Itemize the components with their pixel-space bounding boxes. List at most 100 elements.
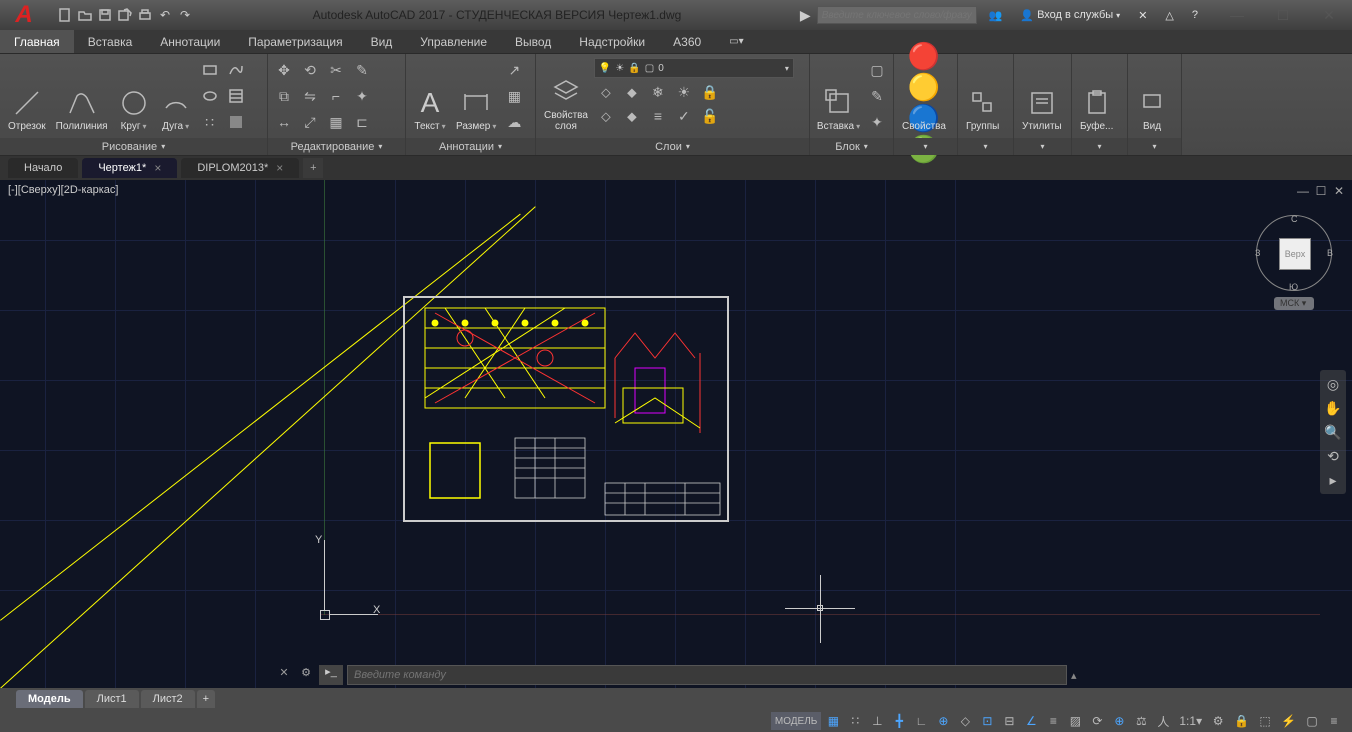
workspace-icon[interactable]: 人 [1153,712,1173,730]
customize-icon[interactable]: ≡ [1324,712,1344,730]
transparency-icon[interactable]: ▨ [1065,712,1085,730]
layon-icon[interactable]: ⬥ [620,80,644,104]
minimize-icon[interactable]: — [1214,0,1260,30]
explode-icon[interactable]: ✦ [350,84,374,108]
search-icon[interactable]: 👥 [983,5,1009,25]
edit-block-icon[interactable]: ✎ [865,84,889,108]
layer-dropdown[interactable]: 💡☀🔒▢ 0 ▾ [594,58,794,78]
3dosnap-icon[interactable]: ⊟ [999,712,1019,730]
rect-icon[interactable] [198,58,222,82]
layoff-icon[interactable]: ⬦ [594,80,618,104]
vp-minimize-icon[interactable]: — [1296,184,1310,198]
tab-drawing-active[interactable]: Чертеж1*× [82,158,177,178]
laythw-icon[interactable]: ☀ [672,80,696,104]
otrack-icon[interactable]: ∠ [1021,712,1041,730]
hatch-icon[interactable] [224,84,248,108]
search-input[interactable] [817,6,977,24]
layulk-icon[interactable]: 🔓 [698,104,722,128]
rotate-icon[interactable]: ⟲ [298,58,322,82]
tab-insert[interactable]: Вставка [74,30,147,53]
layout-tab-add[interactable]: + [197,690,215,708]
tab-output[interactable]: Вывод [501,30,565,53]
osnap-icon[interactable]: ⊡ [977,712,997,730]
tab-manage[interactable]: Управление [406,30,501,53]
command-input[interactable] [347,665,1067,685]
insert-button[interactable]: Вставка [814,58,863,134]
cmd-history-icon[interactable]: ▴ [1071,669,1077,682]
properties-button[interactable]: 🔴🟡🔵🟢Свойства [898,58,950,134]
offset-icon[interactable]: ⊏ [350,110,374,134]
maximize-icon[interactable]: ☐ [1260,0,1306,30]
showmotion-icon[interactable]: ▸ [1323,470,1343,490]
tab-a360[interactable]: A360 [659,30,715,53]
utils-button[interactable]: Утилиты [1018,58,1066,134]
copy-icon[interactable]: ⧉ [272,84,296,108]
annomonitor-icon[interactable]: ⊕ [1109,712,1129,730]
leader-icon[interactable]: ↗ [502,58,526,82]
mirror-icon[interactable]: ⇋ [298,84,322,108]
scale-icon[interactable]: ⤢ [298,110,322,134]
grid-icon[interactable]: ▦ [823,712,843,730]
layfrz-icon[interactable]: ❄ [646,80,670,104]
annoscale-icon[interactable]: ⚖ [1131,712,1151,730]
cloud-icon[interactable]: ☁ [502,110,526,134]
snap-icon[interactable]: ∷ [845,712,865,730]
layout-tab-sheet1[interactable]: Лист1 [85,690,139,708]
vp-close-icon[interactable]: ✕ [1332,184,1346,198]
plot-icon[interactable] [136,6,154,24]
signin-button[interactable]: 👤Вход в службы▾ [1014,5,1126,25]
cmd-customize-icon[interactable]: ⚙ [297,666,315,684]
app-logo[interactable]: A [4,0,44,35]
tab-start[interactable]: Начало [8,158,78,178]
drawing-viewport[interactable]: X Y [-][Сверху][2D-каркас] — ☐ ✕ Верх С … [0,180,1352,688]
tab-view[interactable]: Вид [357,30,407,53]
new-icon[interactable] [56,6,74,24]
laylck-icon[interactable]: 🔒 [698,80,722,104]
ellipse-icon[interactable] [198,84,222,108]
layout-tab-sheet2[interactable]: Лист2 [141,690,195,708]
create-block-icon[interactable]: ▢ [865,58,889,82]
hwaccel-icon[interactable]: ⚡ [1277,712,1300,730]
annotation-scale[interactable]: 1:1▾ [1175,712,1206,730]
isodraft-icon[interactable]: ◇ [955,712,975,730]
undo-icon[interactable]: ↶ [156,6,174,24]
attr-icon[interactable]: ✦ [865,110,889,134]
tab-new-icon[interactable]: + [303,158,323,178]
text-button[interactable]: A Текст [410,58,450,134]
table-icon[interactable]: ▦ [502,84,526,108]
orbit-icon[interactable]: ⟲ [1323,446,1343,466]
point-icon[interactable]: ∷ [198,110,222,134]
steering-wheel-icon[interactable]: ◎ [1323,374,1343,394]
erase-icon[interactable]: ✎ [350,58,374,82]
tab-switch[interactable]: ▭▾ [715,30,757,53]
stretch-icon[interactable]: ↔ [272,110,296,134]
move-icon[interactable]: ✥ [272,58,296,82]
wcs-dropdown[interactable]: МСК ▾ [1274,297,1314,310]
cmd-close-icon[interactable]: ✕ [275,666,293,684]
viewport-controls[interactable]: [-][Сверху][2D-каркас] [8,184,118,196]
pan-icon[interactable]: ✋ [1323,398,1343,418]
lineweight-icon[interactable]: ≡ [1043,712,1063,730]
model-space-toggle[interactable]: МОДЕЛЬ [771,712,821,730]
zoom-icon[interactable]: 🔍 [1323,422,1343,442]
layiso-icon[interactable]: ⬦ [594,104,618,128]
layout-tab-model[interactable]: Модель [16,690,83,708]
tab-close-icon[interactable]: × [154,161,161,175]
tab-annotate[interactable]: Аннотации [146,30,234,53]
circle-button[interactable]: Круг [114,58,154,134]
arc-button[interactable]: Дуга [156,58,196,134]
region-icon[interactable] [224,110,248,134]
help-icon[interactable]: ? [1186,5,1204,25]
spline-icon[interactable] [224,58,248,82]
view-button[interactable]: Вид [1132,58,1172,134]
tab-close-icon[interactable]: × [276,161,283,175]
save-icon[interactable] [96,6,114,24]
laymch-icon[interactable]: ≡ [646,104,670,128]
view-cube[interactable]: Верх С З В Ю МСК ▾ [1256,215,1332,310]
laycur-icon[interactable]: ✓ [672,104,696,128]
exchange-icon[interactable]: ✕ [1132,5,1153,25]
tab-parametric[interactable]: Параметризация [234,30,356,53]
group-button[interactable]: Группы [962,58,1003,134]
isolate-icon[interactable]: ⬚ [1255,712,1275,730]
cmd-prompt-icon[interactable]: ▸_ [319,665,343,685]
